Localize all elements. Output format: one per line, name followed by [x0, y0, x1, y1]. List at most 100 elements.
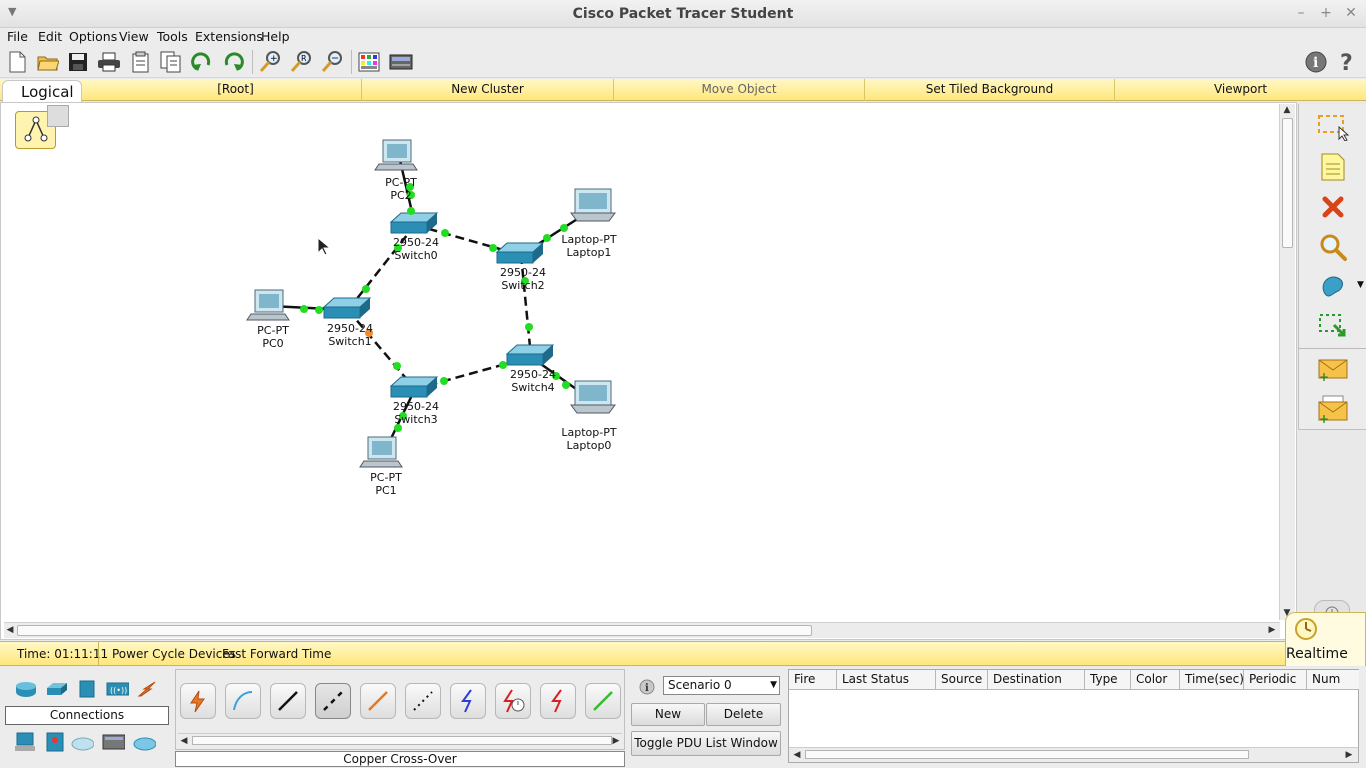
- set-tiled-background-button[interactable]: Set Tiled Background: [865, 79, 1115, 101]
- pdu-col-periodic[interactable]: Periodic: [1244, 670, 1307, 690]
- custom-made-devices-category-icon[interactable]: [101, 732, 125, 752]
- console-cable-icon[interactable]: [225, 683, 261, 719]
- logical-workspace[interactable]: PC-PT PC2 2950-24 Switch0 2950-24 Switch2 L…: [0, 102, 1297, 640]
- fast-forward-time-button[interactable]: Fast Forward Time: [222, 647, 331, 661]
- draw-shape-icon[interactable]: [1315, 270, 1351, 304]
- note-icon[interactable]: [1315, 150, 1351, 184]
- scroll-left-icon[interactable]: ◀: [4, 624, 16, 636]
- scenario-select[interactable]: Scenario 0 ▼: [663, 676, 780, 695]
- menu-help[interactable]: Help: [261, 28, 290, 46]
- zoom-in-icon[interactable]: +: [257, 49, 283, 75]
- serial-dte-icon[interactable]: [540, 683, 576, 719]
- menu-options[interactable]: Options: [69, 28, 117, 46]
- device-laptop1[interactable]: [570, 188, 616, 222]
- device-pc2[interactable]: [374, 139, 418, 171]
- device-switch1[interactable]: [322, 297, 372, 319]
- maximize-icon[interactable]: +: [1317, 4, 1335, 22]
- custom-device-icon[interactable]: [388, 49, 414, 75]
- connection-panel-scrollbar[interactable]: ◀ ▶: [178, 733, 622, 747]
- copy-icon[interactable]: [158, 49, 184, 75]
- scroll-right-icon[interactable]: ▶: [1266, 624, 1278, 636]
- horizontal-scrollbar[interactable]: ◀ ▶: [4, 622, 1280, 638]
- viewport-button[interactable]: Viewport: [1115, 79, 1366, 101]
- pdu-col-type[interactable]: Type: [1085, 670, 1131, 690]
- copper-straight-through-icon[interactable]: [270, 683, 306, 719]
- pdu-col-destination[interactable]: Destination: [988, 670, 1085, 690]
- open-folder-icon[interactable]: [35, 49, 61, 75]
- delete-icon[interactable]: [1315, 190, 1351, 224]
- inspect-icon[interactable]: [1315, 230, 1351, 264]
- zoom-reset-icon[interactable]: R: [288, 49, 314, 75]
- menu-edit[interactable]: Edit: [38, 28, 62, 46]
- undo-icon[interactable]: [189, 49, 215, 75]
- automatic-connection-icon[interactable]: [180, 683, 216, 719]
- power-cycle-devices-button[interactable]: Power Cycle Devices: [112, 647, 236, 661]
- activity-wizard-icon[interactable]: [127, 49, 153, 75]
- scroll-right-icon[interactable]: ▶: [610, 735, 622, 747]
- end-devices-category-icon[interactable]: [14, 732, 38, 752]
- vertical-scroll-thumb[interactable]: [1282, 118, 1293, 248]
- pdu-col-color[interactable]: Color: [1131, 670, 1180, 690]
- coaxial-icon[interactable]: [450, 683, 486, 719]
- new-cluster-button[interactable]: New Cluster: [362, 79, 614, 101]
- hubs-category-icon[interactable]: [75, 679, 99, 699]
- pdu-col-source[interactable]: Source: [936, 670, 988, 690]
- pdu-col-time[interactable]: Time(sec): [1180, 670, 1244, 690]
- device-switch0[interactable]: [389, 212, 439, 234]
- menu-view[interactable]: View: [119, 28, 149, 46]
- device-pc0[interactable]: [246, 289, 290, 321]
- octal-cable-icon[interactable]: [585, 683, 621, 719]
- move-object-button[interactable]: Move Object: [614, 79, 865, 101]
- connection-scroll-thumb[interactable]: [192, 736, 612, 745]
- multiuser-connection-category-icon[interactable]: [132, 733, 156, 753]
- device-pc1[interactable]: [359, 436, 403, 468]
- resize-icon[interactable]: [1315, 310, 1351, 344]
- redo-icon[interactable]: [220, 49, 246, 75]
- tab-logical[interactable]: Logical: [2, 80, 82, 104]
- wan-emulation-category-icon[interactable]: [70, 733, 94, 753]
- scenario-info-icon[interactable]: i: [638, 678, 656, 696]
- realtime-mode-tab[interactable]: Realtime: [1285, 612, 1366, 666]
- scroll-up-icon[interactable]: ▲: [1281, 104, 1293, 116]
- menu-file[interactable]: File: [7, 28, 28, 46]
- new-scenario-button[interactable]: New: [631, 703, 705, 726]
- add-complex-pdu-icon[interactable]: +: [1315, 392, 1351, 426]
- delete-scenario-button[interactable]: Delete: [706, 703, 781, 726]
- root-button[interactable]: [Root]: [110, 79, 362, 101]
- switches-category-icon[interactable]: [45, 679, 69, 699]
- toggle-pdu-list-button[interactable]: Toggle PDU List Window: [631, 731, 781, 756]
- wireless-category-icon[interactable]: ((•)): [105, 679, 129, 699]
- phone-cable-icon[interactable]: [405, 683, 441, 719]
- device-switch4[interactable]: [505, 344, 555, 366]
- menu-tools[interactable]: Tools: [157, 28, 188, 46]
- palette-icon[interactable]: [356, 49, 382, 75]
- device-laptop0[interactable]: [570, 380, 616, 414]
- print-icon[interactable]: [96, 49, 122, 75]
- pdu-col-num[interactable]: Num: [1307, 670, 1359, 690]
- vertical-scrollbar[interactable]: ▲ ▼: [1279, 104, 1295, 620]
- device-switch2[interactable]: [495, 242, 545, 264]
- add-simple-pdu-icon[interactable]: +: [1315, 352, 1351, 386]
- pdu-table-scrollbar[interactable]: ◀ ▶: [789, 747, 1358, 762]
- copper-cross-over-icon[interactable]: [315, 683, 351, 719]
- minimize-icon[interactable]: –: [1292, 4, 1310, 22]
- security-category-icon[interactable]: [43, 732, 67, 752]
- zoom-out-icon[interactable]: [319, 49, 345, 75]
- pdu-col-fire[interactable]: Fire: [789, 670, 837, 690]
- connections-category-icon[interactable]: [135, 679, 159, 699]
- shape-dropdown-icon[interactable]: ▼: [1357, 280, 1364, 290]
- help-icon[interactable]: ?: [1334, 49, 1360, 75]
- fiber-icon[interactable]: [360, 683, 396, 719]
- device-switch3[interactable]: [389, 376, 439, 398]
- scroll-left-icon[interactable]: ◀: [178, 735, 190, 747]
- horizontal-scroll-thumb[interactable]: [17, 625, 812, 636]
- pdu-col-last-status[interactable]: Last Status: [837, 670, 936, 690]
- info-icon[interactable]: i: [1303, 49, 1329, 75]
- scroll-left-icon[interactable]: ◀: [791, 749, 803, 761]
- serial-dce-icon[interactable]: [495, 683, 531, 719]
- select-icon[interactable]: [1315, 110, 1351, 144]
- pdu-scroll-thumb[interactable]: [805, 750, 1249, 759]
- scroll-right-icon[interactable]: ▶: [1343, 749, 1355, 761]
- menu-extensions[interactable]: Extensions: [195, 28, 263, 46]
- close-window-icon[interactable]: ✕: [1342, 4, 1360, 22]
